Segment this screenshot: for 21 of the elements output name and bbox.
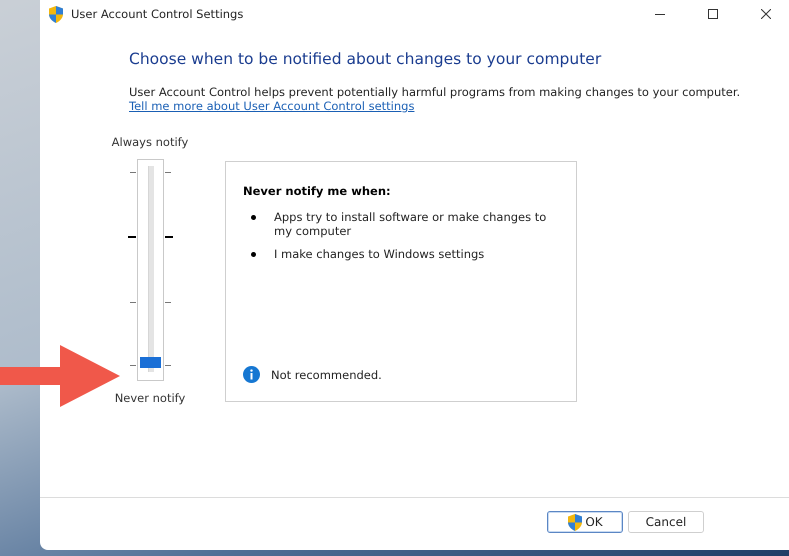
notification-slider[interactable] <box>128 159 172 381</box>
slider-bottom-label: Never notify <box>114 391 186 405</box>
bullet-text: Apps try to install software or make changes to my computer <box>274 210 548 238</box>
note-text: Not recommended. <box>271 368 382 382</box>
bullet-text: I make changes to Windows settings <box>274 247 484 261</box>
heading: Choose when to be notified about changes to your computer <box>129 50 602 68</box>
bullet-icon <box>251 252 256 257</box>
shield-icon <box>567 514 584 530</box>
window-title: User Account Control Settings <box>71 7 244 21</box>
info-icon <box>243 366 260 383</box>
close-icon <box>761 9 771 19</box>
maximize-icon <box>708 9 718 19</box>
bullet-icon <box>251 215 256 220</box>
slider-thumb[interactable] <box>140 357 160 368</box>
ok-button[interactable]: OK <box>547 511 623 533</box>
shield-icon <box>48 6 64 22</box>
learn-more-link[interactable]: Tell me more about User Account Control settings <box>129 99 414 113</box>
panel-title: Never notify me when: <box>243 184 392 198</box>
cancel-button[interactable]: Cancel <box>628 511 704 533</box>
description-text: User Account Control helps prevent potentially harmful programs from making changes to your computer. <box>129 85 742 99</box>
slider-top-label: Always notify <box>112 135 188 149</box>
